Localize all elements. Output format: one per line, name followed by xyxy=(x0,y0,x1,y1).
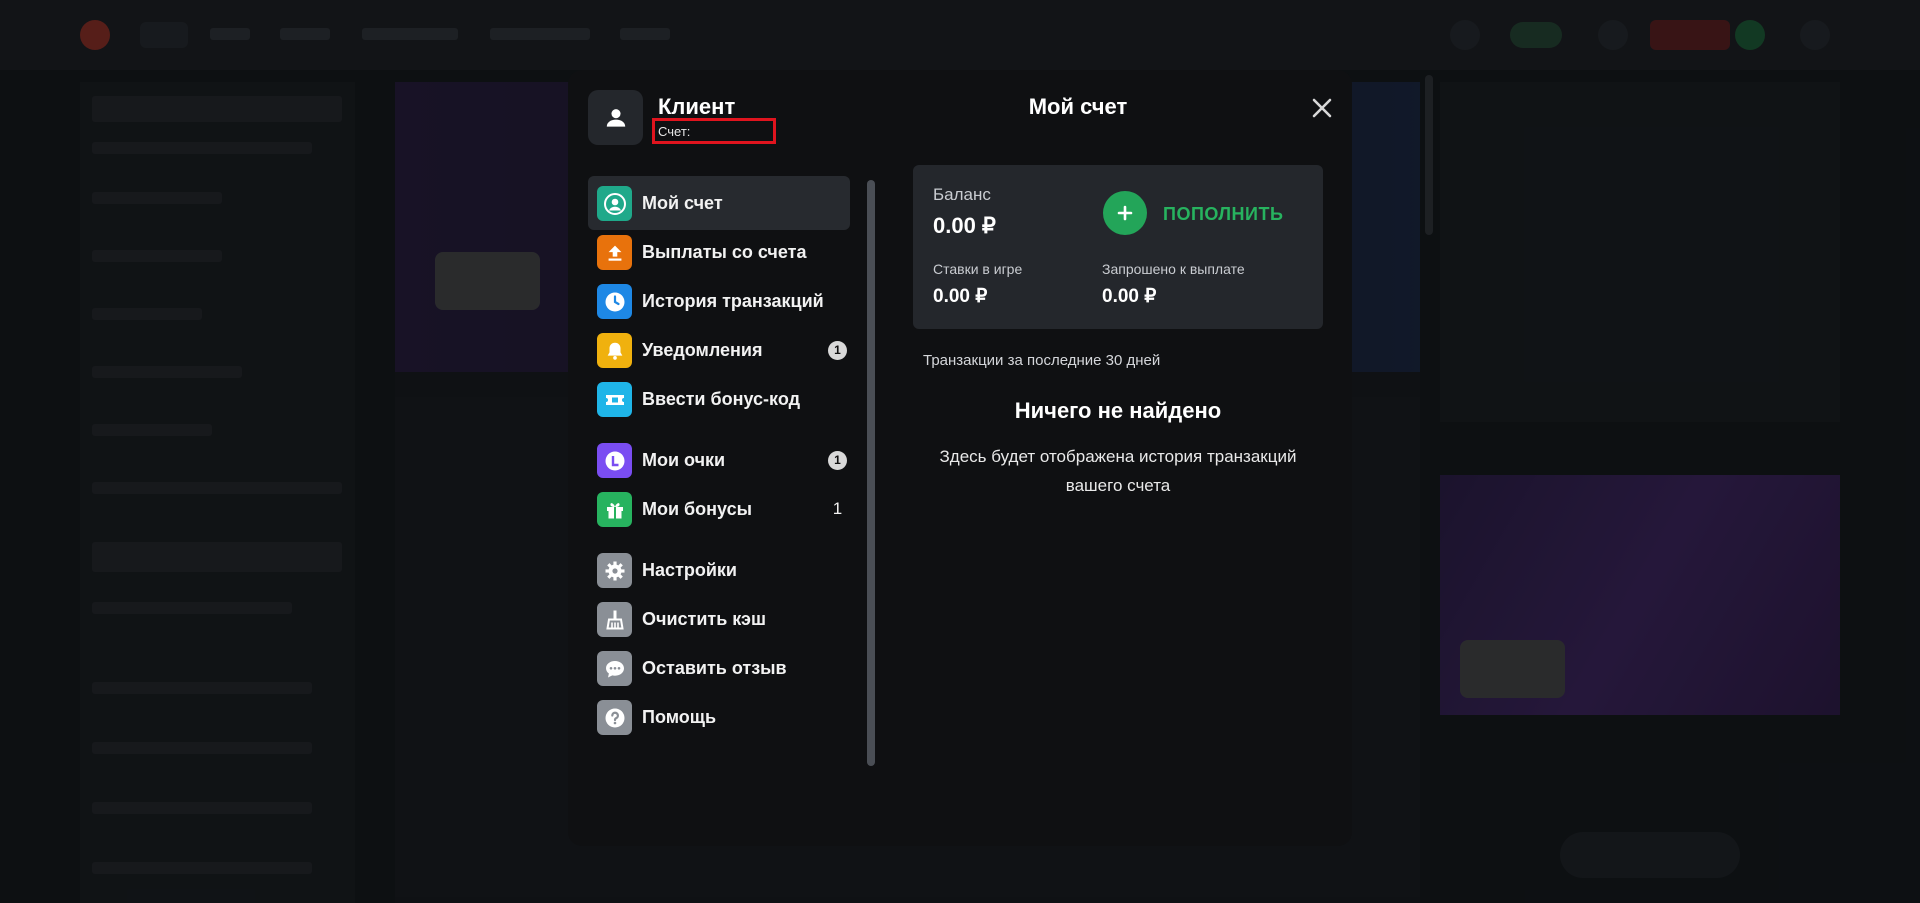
empty-state-text: Здесь будет отображена история транзакци… xyxy=(939,447,1297,495)
menu-item-help[interactable]: Помощь xyxy=(588,690,850,744)
user-icon xyxy=(606,108,625,127)
bets-in-play-value: 0.00 ₽ xyxy=(933,286,988,307)
close-icon xyxy=(1312,98,1332,118)
menu-item-label: История транзакций xyxy=(642,291,824,311)
menu-item-label: Очистить кэш xyxy=(642,609,767,629)
menu-item-label: Оставить отзыв xyxy=(642,658,787,678)
avatar xyxy=(588,90,643,145)
points-badge: 1 xyxy=(828,451,847,470)
bonuses-count: 1 xyxy=(832,499,843,518)
menu-item-label: Уведомления xyxy=(642,340,763,360)
client-name: Клиент xyxy=(658,94,736,119)
notification-badge: 1 xyxy=(828,341,847,360)
clock-icon xyxy=(597,284,632,319)
account-modal: Клиент Счет: Мой счет Мой счет Выплаты с… xyxy=(568,70,1352,846)
menu-item-my-points[interactable]: Мои очки 1 xyxy=(588,433,850,487)
menu-item-label: Мой счет xyxy=(642,193,723,213)
menu-item-my-bonuses[interactable]: Мои бонусы 1 xyxy=(588,482,850,536)
transactions-period: Транзакции за последние 30 дней xyxy=(923,352,1161,369)
menu-item-label: Настройки xyxy=(642,560,737,580)
menu-item-notifications[interactable]: Уведомления 1 xyxy=(588,323,850,377)
deposit-button[interactable]: ПОПОЛНИТЬ xyxy=(1103,191,1313,237)
menu-item-clear-cache[interactable]: Очистить кэш xyxy=(588,592,850,646)
empty-state-title: Ничего не найдено xyxy=(1014,398,1222,423)
menu-item-label: Выплаты со счета xyxy=(642,242,807,262)
account-menu: Мой счет Выплаты со счета История транза… xyxy=(588,176,863,846)
help-icon xyxy=(597,700,632,735)
menu-item-withdrawals[interactable]: Выплаты со счета xyxy=(588,225,850,279)
deposit-label: ПОПОЛНИТЬ xyxy=(1163,204,1284,224)
menu-item-feedback[interactable]: Оставить отзыв xyxy=(588,641,850,695)
balance-card: Баланс 0.00 ₽ ПОПОЛНИТЬ Ставки в игре 0.… xyxy=(913,165,1323,329)
bell-icon xyxy=(597,333,632,368)
account-number-label: Счет: xyxy=(658,124,691,139)
balance-label: Баланс xyxy=(933,185,991,204)
menu-scrollbar[interactable] xyxy=(867,180,875,766)
withdrawal-requested-value: 0.00 ₽ xyxy=(1102,286,1157,307)
menu-item-my-account[interactable]: Мой счет xyxy=(588,176,850,230)
ticket-icon xyxy=(597,382,632,417)
points-icon xyxy=(597,443,632,478)
gear-icon xyxy=(597,553,632,588)
gift-icon xyxy=(597,492,632,527)
menu-item-label: Мои очки xyxy=(642,450,726,470)
menu-item-label: Помощь xyxy=(642,707,717,727)
modal-title: Мой счет xyxy=(1028,94,1128,119)
plus-icon xyxy=(1103,191,1147,235)
menu-item-transactions[interactable]: История транзакций xyxy=(588,274,850,328)
menu-item-label: Мои бонусы xyxy=(642,499,752,519)
broom-icon xyxy=(597,602,632,637)
chat-icon xyxy=(597,651,632,686)
bets-in-play-label: Ставки в игре xyxy=(933,261,1023,277)
balance-value: 0.00 ₽ xyxy=(933,213,996,238)
upload-icon xyxy=(597,235,632,270)
menu-item-settings[interactable]: Настройки xyxy=(588,543,850,597)
menu-item-bonus-code[interactable]: Ввести бонус-код xyxy=(588,372,850,426)
withdrawal-requested-label: Запрошено к выплате xyxy=(1102,261,1245,277)
menu-item-label: Ввести бонус-код xyxy=(642,389,801,409)
close-button[interactable] xyxy=(1308,94,1336,122)
user-circle-icon xyxy=(597,186,632,221)
